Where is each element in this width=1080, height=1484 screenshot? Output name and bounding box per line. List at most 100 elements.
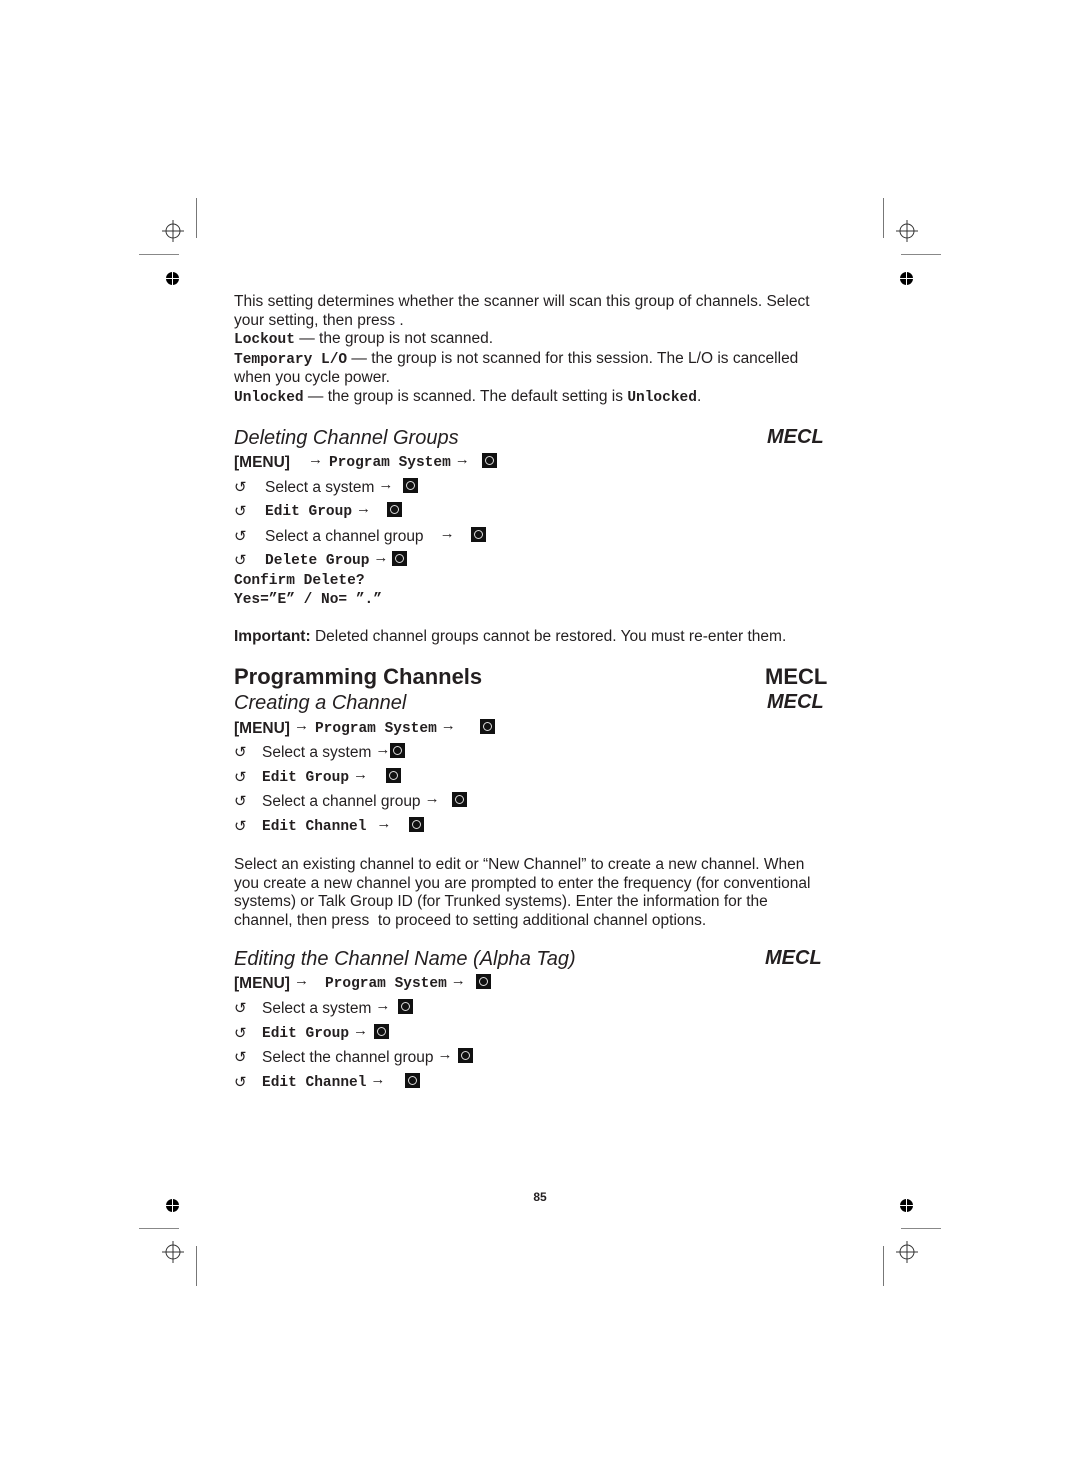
crop-mark	[901, 254, 941, 255]
option-code: Lockout	[234, 332, 295, 348]
confirm-line: Confirm Delete?	[234, 573, 365, 589]
menu-path: [MENU] → Program System →	[234, 972, 491, 994]
step-text: Select a channel group	[265, 528, 424, 545]
arrow-right-icon: →	[370, 1071, 386, 1088]
arrow-right-icon: →	[440, 717, 456, 734]
scroll-button-icon	[386, 767, 402, 783]
step-item: ↺ Select a channel group →	[234, 525, 486, 547]
menu-key: [MENU]	[234, 720, 290, 737]
step-text: Edit Channel	[262, 819, 367, 835]
step-item: ↺ Select the channel group →	[234, 1046, 474, 1068]
menu-path: [MENU] → Program System →	[234, 717, 495, 739]
crosshair-icon	[896, 220, 918, 242]
rotate-icon: ↺	[234, 744, 247, 761]
option-desc: — the group is not scanned.	[294, 330, 494, 347]
step-item: ↺ Edit Group →	[234, 766, 402, 788]
arrow-right-icon: →	[439, 525, 455, 542]
arrow-right-icon: →	[375, 741, 391, 758]
option-desc-continued: when you cycle power.	[234, 369, 390, 386]
scroll-button-icon	[409, 816, 425, 832]
scroll-button-icon	[390, 742, 406, 758]
mode-tag: MECL	[767, 426, 824, 448]
body-line: channel, then press to proceed to settin…	[234, 911, 707, 929]
step-item: ↺ Edit Group →	[234, 500, 403, 522]
scroll-button-icon	[451, 791, 467, 807]
step-item: ↺ Select a system →	[234, 476, 419, 498]
menu-item: Program System	[314, 721, 437, 737]
step-item: ↺ Edit Channel →	[234, 815, 425, 837]
registration-dot-icon	[166, 1199, 179, 1212]
menu-path: [MENU] → Program System →	[234, 451, 497, 473]
arrow-right-icon: →	[378, 476, 394, 493]
creating-body: Select an existing channel to edit or “N…	[234, 856, 874, 930]
intro-line: your setting, then press .	[234, 311, 404, 329]
important-text: Deleted channel groups cannot be restore…	[310, 628, 787, 645]
punctuation: .	[696, 387, 702, 405]
body-line: Select an existing channel to edit or “N…	[234, 856, 805, 873]
scroll-button-icon	[405, 1072, 421, 1088]
arrow-right-icon: →	[373, 549, 389, 566]
option-desc: — the group is not scanned for this sess…	[347, 349, 799, 367]
scroll-button-icon	[392, 550, 408, 566]
option-code: Unlocked	[627, 389, 697, 406]
scroll-button-icon	[481, 452, 497, 468]
rotate-icon: ↺	[234, 1000, 247, 1017]
step-item: ↺ Delete Group →	[234, 549, 408, 571]
step-text: Select the channel group	[262, 1049, 434, 1066]
crosshair-icon	[896, 1241, 918, 1263]
option-unlocked: Unlocked — the group is scanned. The def…	[234, 388, 854, 408]
important-label: Important:	[234, 628, 311, 645]
option-code: Temporary L/O	[234, 351, 348, 368]
confirm-line: Yes=”E” / No= ”.”	[234, 592, 382, 608]
scroll-button-icon	[458, 1047, 474, 1063]
rotate-icon: ↺	[234, 503, 247, 520]
section-title-deleting: Deleting Channel Groups	[234, 427, 459, 449]
rotate-icon: ↺	[234, 793, 247, 810]
option-lockout: Lockout — the group is not scanned.	[234, 330, 854, 350]
arrow-right-icon: →	[450, 972, 466, 989]
scroll-button-icon	[387, 501, 403, 517]
rotate-icon: ↺	[234, 1049, 247, 1066]
step-text: Select a channel group	[262, 793, 421, 810]
section-title-editing: Editing the Channel Name (Alpha Tag)	[234, 948, 576, 970]
arrow-right-icon: →	[293, 972, 309, 989]
section-title-programming: Programming Channels	[234, 664, 483, 689]
registration-dot-icon	[900, 272, 913, 285]
crop-mark	[139, 1228, 179, 1229]
arrow-right-icon: →	[437, 1046, 453, 1063]
menu-item: Program System	[324, 976, 447, 992]
arrow-right-icon: →	[293, 717, 309, 734]
arrow-right-icon: →	[376, 815, 392, 832]
rotate-icon: ↺	[234, 552, 247, 569]
crop-mark	[196, 198, 197, 238]
option-temporary-lo: Temporary L/O — the group is not scanned…	[234, 350, 854, 370]
step-text: Delete Group	[265, 553, 370, 569]
mode-tag: MECL	[765, 947, 822, 969]
step-text: Select a system	[262, 744, 372, 761]
confirm-prompt: Confirm Delete? Yes=”E” / No= ”.”	[234, 572, 382, 610]
arrow-right-icon: →	[424, 790, 440, 807]
scroll-button-icon	[403, 477, 419, 493]
rotate-icon: ↺	[234, 1074, 247, 1091]
step-item: ↺ Edit Channel →	[234, 1071, 421, 1093]
menu-item: Program System	[328, 455, 451, 471]
scroll-button-icon	[475, 973, 491, 989]
step-text: Edit Channel	[262, 1075, 367, 1091]
scroll-button-icon	[398, 998, 414, 1014]
step-item: ↺ Select a system →	[234, 741, 406, 763]
step-text: Select a system	[265, 479, 375, 496]
arrow-right-icon: →	[454, 451, 470, 468]
rotate-icon: ↺	[234, 479, 247, 496]
intro-line: This setting determines whether the scan…	[234, 293, 810, 310]
section-title-creating: Creating a Channel	[234, 692, 407, 714]
step-text: Edit Group	[262, 770, 350, 786]
scroll-button-icon	[479, 718, 495, 734]
crop-mark	[883, 1246, 884, 1286]
scroll-button-icon	[470, 526, 486, 542]
arrow-right-icon: →	[375, 997, 391, 1014]
rotate-icon: ↺	[234, 1025, 247, 1042]
arrow-right-icon: →	[353, 766, 369, 783]
step-text: Edit Group	[265, 504, 353, 520]
crop-mark	[901, 1228, 941, 1229]
arrow-right-icon: →	[356, 500, 372, 517]
